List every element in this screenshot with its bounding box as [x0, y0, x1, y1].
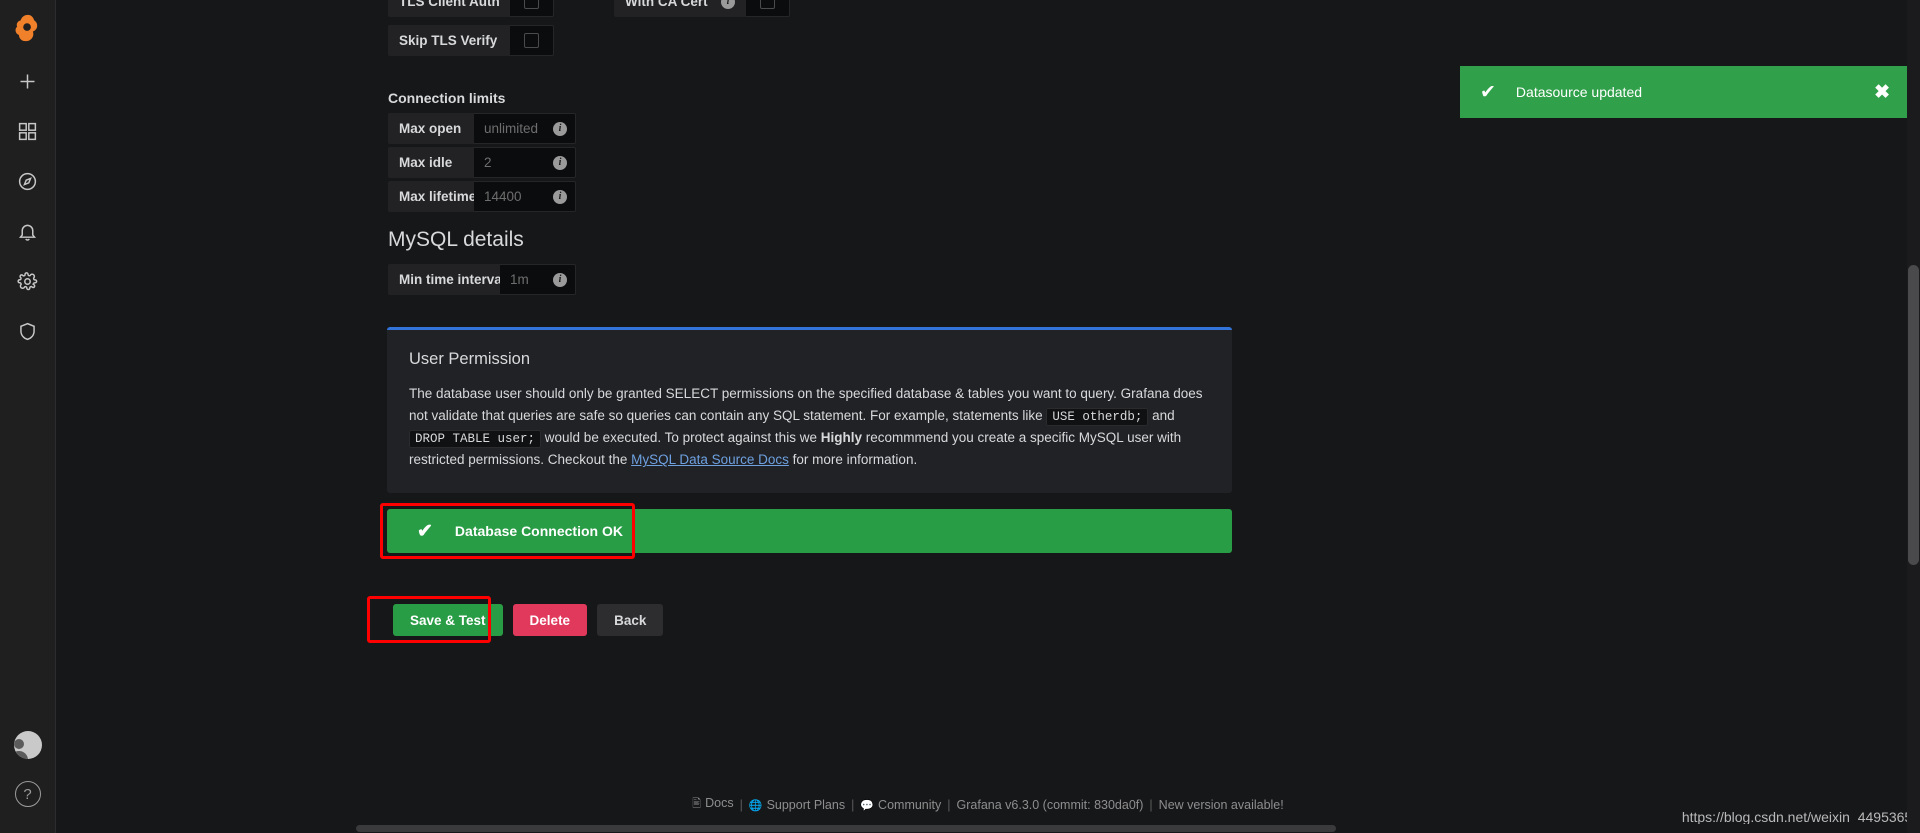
max-open-input[interactable]: unlimited i [474, 113, 576, 144]
tls-client-auth-checkbox-cell[interactable] [510, 0, 554, 17]
code-drop-table-user: DROP TABLE user; [409, 430, 542, 449]
with-ca-cert-checkbox-cell[interactable] [746, 0, 790, 17]
min-time-interval-label: Min time interval [388, 264, 506, 295]
connection-limits-section: Connection limits Max open unlimited i M… [388, 90, 628, 215]
max-lifetime-input[interactable]: 14400 i [474, 181, 576, 212]
code-use-otherdb: USE otherdb; [1046, 407, 1149, 426]
max-lifetime-label: Max lifetime [388, 181, 476, 212]
footer-support-label: Support Plans [766, 797, 846, 812]
info-icon[interactable]: i [553, 121, 567, 136]
max-open-row: Max open unlimited i [388, 113, 628, 144]
user-permission-text-2: and [1148, 407, 1175, 423]
footer-docs-label: Docs [705, 796, 734, 810]
main-content: TLS Client Auth With CA Cert i Skip TLS … [56, 0, 1920, 833]
footer-support-link[interactable]: 🌐 Support Plans [749, 798, 845, 812]
info-icon[interactable]: i [721, 0, 735, 9]
tls-client-auth-checkbox[interactable] [524, 0, 539, 9]
sidebar-item-create[interactable] [0, 56, 56, 106]
with-ca-cert-label: With CA Cert [625, 0, 708, 9]
max-lifetime-row: Max lifetime 14400 i [388, 181, 628, 212]
footer-separator: | [947, 797, 951, 812]
footer-update-link[interactable]: New version available! [1159, 798, 1284, 812]
plus-icon [20, 74, 35, 88]
help-button[interactable]: ? [14, 781, 41, 807]
footer-version: Grafana v6.3.0 (commit: 830da0f) [956, 797, 1144, 812]
comment-icon: 💬 [860, 799, 875, 812]
sidebar-item-explore[interactable] [0, 156, 56, 206]
database-connection-alert: ✔ Database Connection OK [387, 509, 1232, 553]
min-time-interval-input[interactable]: 1m i [500, 264, 576, 295]
max-idle-label: Max idle [388, 147, 474, 178]
toast-notification[interactable]: ✔ Datasource updated ✖ [1460, 66, 1908, 118]
user-permission-text: The database user should only be granted… [409, 383, 1210, 471]
back-button[interactable]: Back [597, 604, 664, 636]
footer-separator: | [739, 797, 743, 812]
footer-community-link[interactable]: 💬 Community [860, 798, 941, 812]
footer-separator: | [851, 797, 855, 812]
close-icon[interactable]: ✖ [1874, 81, 1890, 104]
avatar-body [13, 751, 28, 759]
tls-client-auth-label: TLS Client Auth [388, 0, 510, 17]
footer-community-label: Community [878, 797, 942, 812]
grafana-logo-icon [15, 14, 37, 42]
watermark: https://blog.csdn.net/weixin_44953658 [1681, 809, 1920, 825]
info-icon[interactable]: i [553, 155, 567, 170]
connection-limits-title: Connection limits [388, 90, 506, 106]
user-permission-text-3: would be executed. To protect against th… [541, 430, 821, 446]
user-permission-infobox: User Permission The database user should… [387, 327, 1232, 494]
sidebar-item-configuration[interactable] [0, 256, 56, 306]
globe-icon: 🌐 [748, 799, 763, 812]
shield-icon [20, 322, 35, 340]
skip-tls-verify-checkbox-cell[interactable] [510, 25, 554, 56]
mysql-details-section: MySQL details Min time interval 1m i [388, 228, 688, 298]
doc-icon: 🖹 [692, 798, 702, 810]
skip-tls-verify-checkbox[interactable] [524, 33, 539, 48]
sidebar: ? [0, 0, 56, 833]
toast-message: Datasource updated [1515, 84, 1643, 100]
bell-icon [18, 224, 37, 241]
with-ca-cert-row: With CA Cert i [614, 0, 790, 20]
compass-icon [18, 172, 37, 190]
user-avatar[interactable] [13, 731, 42, 759]
sidebar-item-alerting[interactable] [0, 206, 56, 256]
check-icon: ✔ [1480, 81, 1496, 103]
max-idle-row: Max idle 2 i [388, 147, 628, 178]
vertical-scrollbar-track[interactable] [1907, 0, 1920, 833]
skip-tls-verify-row: Skip TLS Verify [388, 25, 554, 59]
database-connection-label: Database Connection OK [454, 523, 623, 539]
sidebar-item-server-admin[interactable] [0, 306, 56, 356]
max-idle-input[interactable]: 2 i [474, 147, 576, 178]
info-icon[interactable]: i [553, 189, 567, 204]
delete-button[interactable]: Delete [512, 604, 588, 636]
horizontal-scrollbar-track[interactable] [56, 824, 1907, 833]
user-permission-text-5: for more information. [788, 452, 918, 468]
min-time-interval-row: Min time interval 1m i [388, 264, 688, 295]
grid-icon [18, 122, 37, 140]
max-open-placeholder: unlimited [484, 121, 539, 136]
max-open-label: Max open [388, 113, 474, 144]
min-time-interval-placeholder: 1m [510, 272, 529, 287]
max-lifetime-placeholder: 14400 [484, 189, 522, 204]
footer: 🖹 Docs | 🌐 Support Plans | 💬 Community | Gr… [56, 795, 1920, 814]
mysql-data-source-docs-link[interactable]: MySQL Data Source Docs [631, 452, 789, 467]
check-icon: ✔ [417, 520, 433, 542]
mysql-details-title: MySQL details [388, 228, 524, 251]
user-permission-highly: Highly [820, 430, 862, 446]
footer-docs-link[interactable]: 🖹 Docs [692, 795, 733, 814]
avatar-head [13, 739, 24, 749]
info-icon[interactable]: i [553, 272, 567, 287]
sidebar-item-dashboards[interactable] [0, 106, 56, 156]
save-and-test-button[interactable]: Save & Test [393, 604, 503, 636]
vertical-scrollbar-thumb[interactable] [1908, 265, 1919, 565]
footer-separator: | [1149, 797, 1153, 812]
gear-icon [17, 271, 38, 290]
tls-client-auth-row: TLS Client Auth [388, 0, 554, 20]
skip-tls-verify-label: Skip TLS Verify [388, 25, 510, 56]
horizontal-scrollbar-thumb[interactable] [356, 825, 1336, 832]
with-ca-cert-checkbox[interactable] [760, 0, 775, 9]
user-permission-title: User Permission [409, 350, 531, 368]
form-actions: Save & Test Delete Back [393, 604, 664, 636]
max-idle-placeholder: 2 [484, 155, 492, 170]
grafana-logo[interactable] [0, 0, 56, 56]
